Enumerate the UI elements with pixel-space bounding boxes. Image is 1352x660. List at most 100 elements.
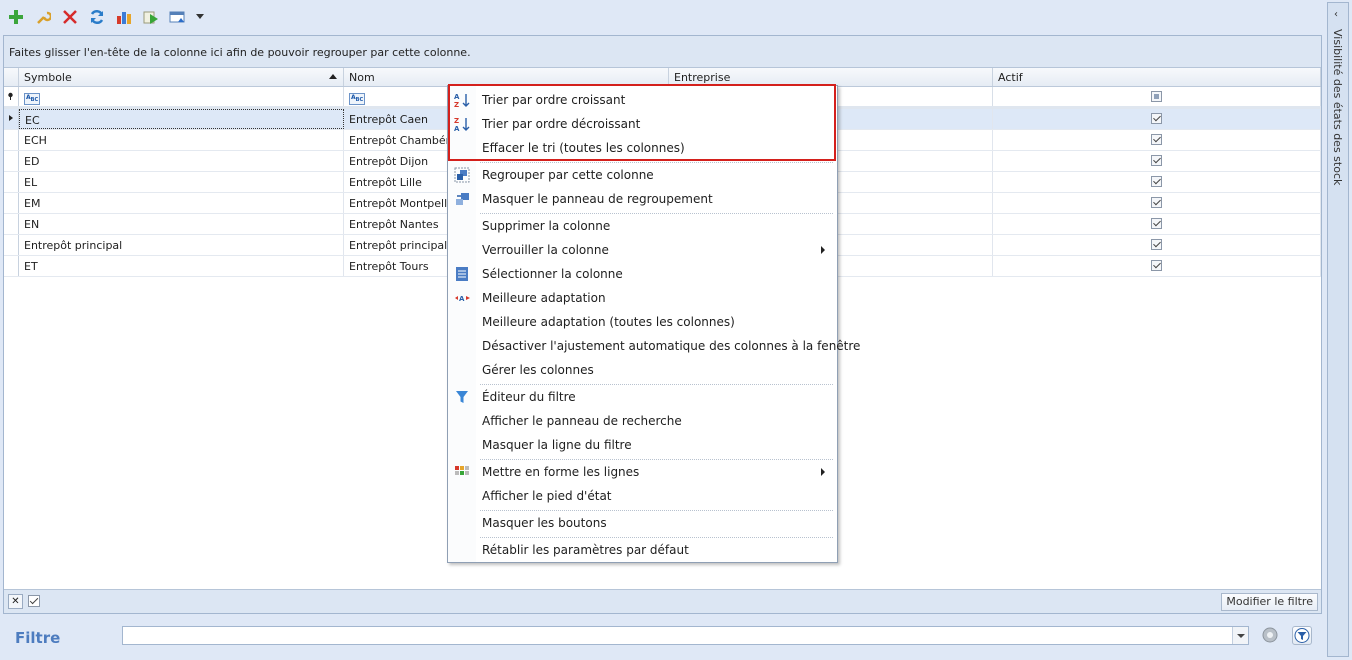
gear-icon[interactable] <box>1261 626 1279 644</box>
cell-actif[interactable] <box>993 151 1321 171</box>
menu-item-label: Gérer les colonnes <box>482 363 594 377</box>
cell-symbole[interactable]: ET <box>19 256 344 276</box>
clear-filter-button[interactable]: ✕ <box>8 594 23 609</box>
collapse-chevron-icon[interactable]: ‹ <box>1334 9 1338 20</box>
filter-cell-symbole[interactable]: ABC <box>19 87 344 106</box>
actif-checkbox[interactable] <box>1151 218 1162 229</box>
column-header-actif[interactable]: Actif <box>993 68 1321 86</box>
menu-item-label: Rétablir les paramètres par défaut <box>482 543 689 557</box>
delete-icon[interactable] <box>58 6 82 28</box>
select-column-icon <box>454 266 470 282</box>
cell-actif[interactable] <box>993 172 1321 192</box>
actif-checkbox[interactable] <box>1151 113 1162 124</box>
menu-item-filter-editor[interactable]: Éditeur du filtre <box>448 385 837 409</box>
filter-funnel-icon <box>1294 628 1310 643</box>
grid-footer: ✕ Modifier le filtre <box>4 589 1321 613</box>
cell-actif[interactable] <box>993 256 1321 276</box>
column-header-symbole[interactable]: Symbole <box>19 68 344 86</box>
cell-actif[interactable] <box>993 193 1321 213</box>
menu-item-group-by-column[interactable]: Regrouper par cette colonne <box>448 163 837 187</box>
chart-icon[interactable] <box>112 6 136 28</box>
submenu-arrow-icon <box>821 246 825 254</box>
filter-enable-checkbox[interactable] <box>28 595 40 607</box>
sort-ascending-icon: AZ <box>454 92 470 109</box>
group-column-icon <box>454 167 470 183</box>
sort-descending-icon: ZA <box>454 116 470 133</box>
svg-text:Z: Z <box>454 117 459 125</box>
cell-actif[interactable] <box>993 214 1321 234</box>
menu-item-show-search-panel[interactable]: Afficher le panneau de recherche <box>448 409 837 433</box>
row-indicator <box>4 193 19 213</box>
main-toolbar <box>4 6 207 28</box>
filter-row-indicator <box>4 87 19 106</box>
column-header-entreprise[interactable]: Entreprise <box>669 68 993 86</box>
menu-item-clear-sort[interactable]: Effacer le tri (toutes les colonnes) <box>448 136 837 160</box>
cell-actif[interactable] <box>993 235 1321 255</box>
cell-actif[interactable] <box>993 130 1321 150</box>
filter-dropdown-button[interactable] <box>1232 627 1248 644</box>
menu-item-label: Mettre en forme les lignes <box>482 465 640 479</box>
export-icon[interactable] <box>166 6 190 28</box>
cell-symbole[interactable]: ED <box>19 151 344 171</box>
cell-symbole[interactable]: EN <box>19 214 344 234</box>
stock-visibility-panel[interactable]: ‹ Visibilité des états des stock <box>1327 2 1349 657</box>
wrench-icon[interactable] <box>31 6 55 28</box>
cell-symbole[interactable]: EC <box>19 109 344 129</box>
refresh-icon[interactable] <box>85 6 109 28</box>
menu-item-sort-ascending[interactable]: AZ Trier par ordre croissant <box>448 88 837 112</box>
menu-item-label: Afficher le pied d'état <box>482 489 612 503</box>
menu-item-label: Regrouper par cette colonne <box>482 168 654 182</box>
menu-item-hide-group-panel[interactable]: Masquer le panneau de regroupement <box>448 187 837 211</box>
actif-checkbox[interactable] <box>1151 239 1162 250</box>
cell-actif[interactable] <box>993 109 1321 129</box>
format-rows-icon <box>454 464 470 480</box>
menu-item-format-rows[interactable]: Mettre en forme les lignes <box>448 460 837 484</box>
current-row-indicator <box>4 109 19 129</box>
actif-checkbox[interactable] <box>1151 176 1162 187</box>
sort-ascending-arrow-icon <box>329 74 337 79</box>
cell-symbole[interactable]: EL <box>19 172 344 192</box>
text-filter-icon: ABC <box>349 93 366 106</box>
apply-filter-button[interactable] <box>1292 626 1312 645</box>
filter-cell-actif[interactable] <box>993 87 1321 106</box>
column-header-label: Actif <box>998 71 1023 84</box>
menu-item-label: Masquer la ligne du filtre <box>482 438 632 452</box>
filter-checkbox[interactable] <box>1151 91 1162 102</box>
menu-item-label: Verrouiller la colonne <box>482 243 609 257</box>
menu-item-best-fit-all[interactable]: Meilleure adaptation (toutes les colonne… <box>448 310 837 334</box>
menu-item-show-status-footer[interactable]: Afficher le pied d'état <box>448 484 837 508</box>
menu-item-label: Désactiver l'ajustement automatique des … <box>482 339 861 353</box>
menu-item-best-fit[interactable]: A Meilleure adaptation <box>448 286 837 310</box>
cell-symbole[interactable]: ECH <box>19 130 344 150</box>
svg-text:A: A <box>454 93 460 101</box>
best-fit-icon: A <box>454 290 470 306</box>
filter-combo-input[interactable] <box>122 626 1249 645</box>
add-icon[interactable] <box>4 6 28 28</box>
menu-item-restore-defaults[interactable]: Rétablir les paramètres par défaut <box>448 538 837 562</box>
column-header-nom[interactable]: Nom <box>344 68 669 86</box>
actif-checkbox[interactable] <box>1151 134 1162 145</box>
row-indicator <box>4 151 19 171</box>
column-context-menu: AZ Trier par ordre croissant ZA Trier pa… <box>447 85 860 563</box>
actif-checkbox[interactable] <box>1151 197 1162 208</box>
menu-item-label: Meilleure adaptation (toutes les colonne… <box>482 315 735 329</box>
group-panel[interactable]: Faites glisser l'en-tête de la colonne i… <box>4 36 1321 68</box>
text-filter-icon: ABC <box>24 93 41 106</box>
menu-item-select-column[interactable]: Sélectionner la colonne <box>448 262 837 286</box>
menu-item-remove-column[interactable]: Supprimer la colonne <box>448 214 837 238</box>
cell-symbole[interactable]: EM <box>19 193 344 213</box>
menu-item-manage-columns[interactable]: Gérer les colonnes <box>448 358 837 382</box>
actif-checkbox[interactable] <box>1151 155 1162 166</box>
modify-filter-button[interactable]: Modifier le filtre <box>1221 593 1318 611</box>
dropdown-icon[interactable] <box>193 6 207 28</box>
menu-item-hide-filter-row[interactable]: Masquer la ligne du filtre <box>448 433 837 457</box>
column-header-label: Nom <box>349 71 375 84</box>
cell-symbole[interactable]: Entrepôt principal <box>19 235 344 255</box>
row-indicator <box>4 256 19 276</box>
menu-item-disable-auto-width[interactable]: Désactiver l'ajustement automatique des … <box>448 334 860 358</box>
menu-item-hide-buttons[interactable]: Masquer les boutons <box>448 511 837 535</box>
menu-item-sort-descending[interactable]: ZA Trier par ordre décroissant <box>448 112 837 136</box>
menu-item-lock-column[interactable]: Verrouiller la colonne <box>448 238 837 262</box>
actif-checkbox[interactable] <box>1151 260 1162 271</box>
run-icon[interactable] <box>139 6 163 28</box>
